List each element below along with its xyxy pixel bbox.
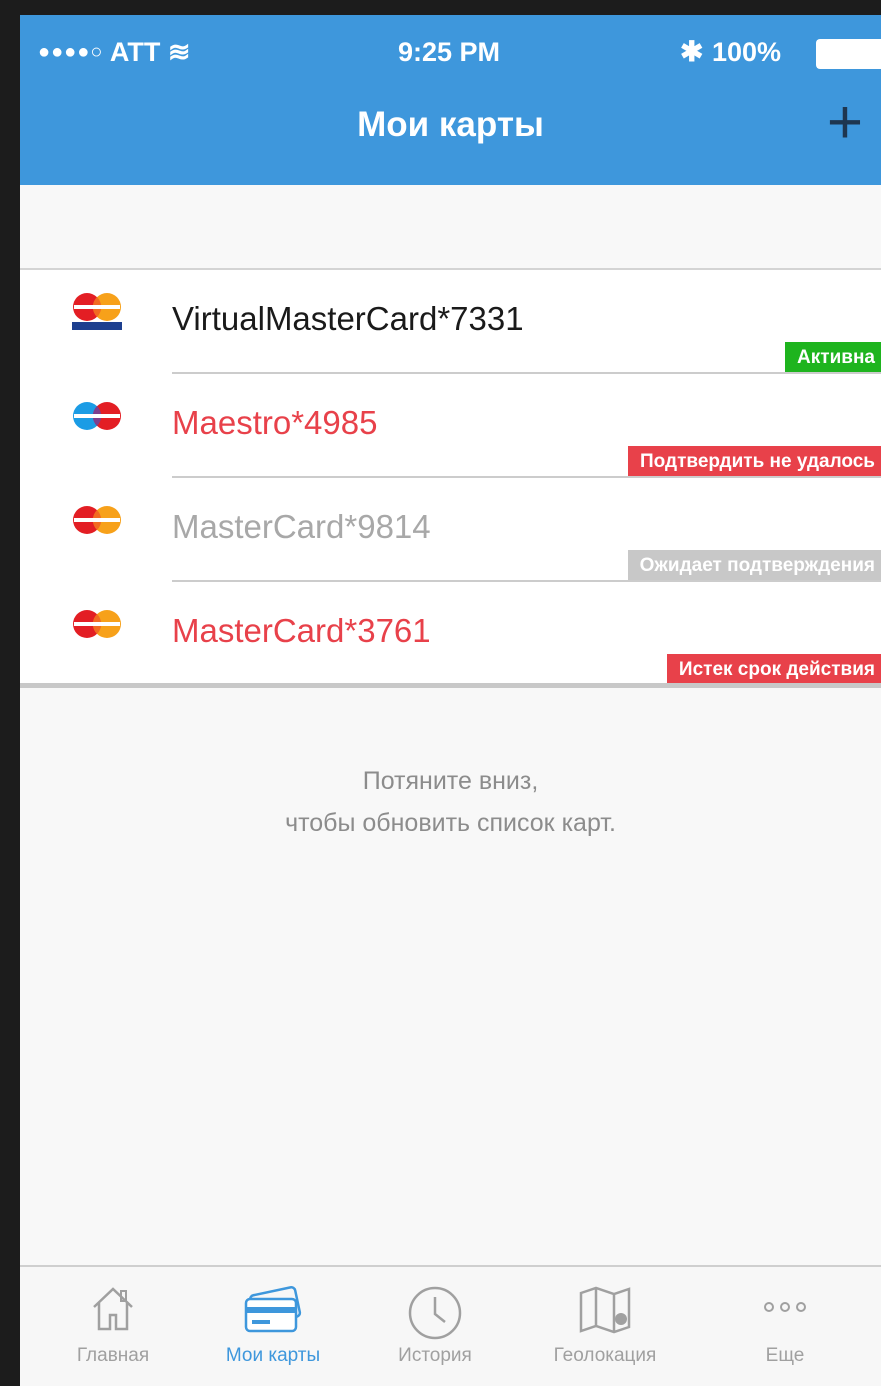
tab-label: Геолокация [553, 1345, 657, 1366]
top-bar: ●●●●○ ATT ≋ 9:25 PM ✱ 100% Мои карты + [20, 15, 881, 185]
tab-label: Мои карты [225, 1345, 321, 1366]
status-badge: Подтвердить не удалось [628, 446, 881, 478]
card-icon [244, 1286, 302, 1333]
tab-label: История [398, 1345, 472, 1366]
page-title: Мои карты [357, 105, 544, 144]
carrier: ●●●●○ ATT ≋ [38, 37, 191, 68]
card-name: MasterCard*3761 [172, 612, 431, 649]
status-badge: Истек срок действия [666, 654, 881, 686]
mastercard-logo [73, 610, 121, 638]
tab-geolocation[interactable]: Геолокация [530, 1267, 680, 1386]
card-row[interactable]: Maestro*4985 Подтвердить не удалось [20, 374, 881, 478]
card-row[interactable]: MasterCard*9814 Ожидает подтверждения [20, 478, 881, 582]
card-row[interactable]: MasterCard*3761 Истек срок действия [20, 582, 881, 686]
signal-icon: ●●●●○ [38, 41, 104, 63]
hint-line-2: чтобы обновить список карт. [285, 809, 616, 837]
cards-list: VirtualMasterCard*7331 Активна Maestro*4… [20, 268, 881, 686]
status-badge: Активна [785, 342, 881, 374]
more-icon [764, 1302, 806, 1312]
add-card-button[interactable]: + [820, 92, 870, 154]
maestro-logo [73, 402, 121, 430]
tab-label: Еще [765, 1345, 805, 1366]
battery-percent: 100% [712, 37, 782, 67]
tab-more[interactable]: Еще [710, 1267, 860, 1386]
card-name: VirtualMasterCard*7331 [172, 300, 524, 337]
virtual-mastercard-logo [72, 293, 122, 330]
clock-icon [408, 1286, 462, 1340]
bluetooth-icon: ✱ [680, 36, 704, 67]
tab-bar: Главная Мои карты История Геолокация Еще [20, 1265, 881, 1386]
carrier-label: ATT [109, 37, 161, 67]
clock: 9:25 PM [398, 37, 501, 67]
mastercard-logo [73, 506, 121, 534]
card-row[interactable]: VirtualMasterCard*7331 Активна [20, 270, 881, 374]
card-name: Maestro*4985 [172, 404, 378, 441]
tab-history[interactable]: История [360, 1267, 510, 1386]
status-badge: Ожидает подтверждения [627, 550, 881, 582]
home-icon [93, 1287, 133, 1331]
status-bar: ●●●●○ ATT ≋ 9:25 PM ✱ 100% [20, 33, 881, 77]
wifi-icon: ≋ [167, 37, 191, 67]
hint-line-1: Потяните вниз, [362, 767, 539, 795]
pull-to-refresh-hint: Потяните вниз, чтобы обновить список кар… [20, 760, 881, 844]
tab-my-cards[interactable]: Мои карты [198, 1267, 348, 1386]
tab-label: Главная [76, 1345, 150, 1366]
card-name: MasterCard*9814 [172, 508, 431, 545]
battery-icon [816, 39, 881, 69]
tab-home[interactable]: Главная [38, 1267, 188, 1386]
list-bottom-border [20, 683, 881, 688]
app-screen: ●●●●○ ATT ≋ 9:25 PM ✱ 100% Мои карты + V… [20, 15, 881, 1386]
map-icon [579, 1286, 631, 1334]
device-frame: ●●●●○ ATT ≋ 9:25 PM ✱ 100% Мои карты + V… [0, 0, 881, 1386]
